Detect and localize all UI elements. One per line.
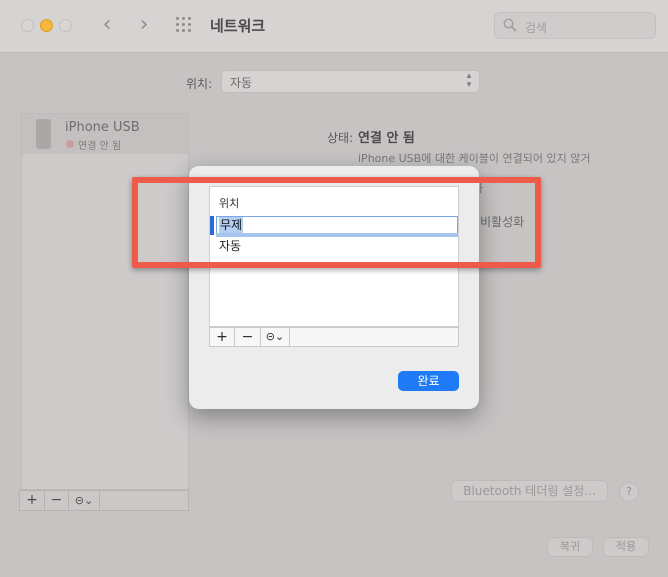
search-field[interactable]: 검색 (494, 12, 656, 39)
network-preferences-window: ‹ › 네트워크 검색 위치: 자동 ▴▾ iPhone USB 연결 안 됨 (0, 0, 668, 577)
status-dot-icon (66, 140, 74, 148)
location-popup[interactable]: 자동 ▴ ▾ (221, 70, 480, 93)
title-bar: ‹ › 네트워크 검색 (0, 0, 668, 53)
service-name: iPhone USB (65, 120, 140, 135)
zoom-button[interactable] (59, 19, 72, 32)
status-label: 상태: (327, 131, 354, 145)
remove-location-button[interactable]: − (235, 328, 261, 346)
apply-button[interactable]: 적용 (603, 537, 649, 557)
back-icon[interactable]: ‹ (96, 13, 118, 37)
location-action-menu-button[interactable]: ⊝⌄ (261, 328, 290, 346)
minimize-button[interactable] (40, 19, 53, 32)
service-list: iPhone USB 연결 안 됨 (21, 113, 189, 490)
remove-service-button[interactable]: − (45, 491, 69, 510)
close-button[interactable] (21, 19, 34, 32)
service-list-toolbar: + − ⊝⌄ (19, 490, 189, 511)
updown-chevron-icon: ▴ ▾ (466, 71, 472, 90)
location-value: 자동 (230, 76, 253, 90)
add-service-button[interactable]: + (20, 491, 45, 510)
add-location-button[interactable]: + (210, 328, 235, 346)
revert-button[interactable]: 복귀 (547, 537, 593, 557)
search-icon (503, 18, 517, 32)
done-button[interactable]: 완료 (398, 371, 459, 391)
show-all-grid-icon[interactable] (176, 17, 194, 35)
help-button[interactable]: ? (619, 482, 639, 502)
iphone-icon (36, 119, 51, 149)
window-title: 네트워크 (210, 17, 266, 35)
forward-icon[interactable]: › (133, 13, 155, 37)
service-action-menu-button[interactable]: ⊝⌄ (69, 491, 100, 510)
status-value: 연결 안 됨 (358, 131, 415, 146)
locations-toolbar: + − ⊝⌄ (209, 327, 459, 347)
search-placeholder: 검색 (525, 21, 548, 35)
highlight-annotation-box (132, 177, 541, 268)
sidebar-item-iphone-usb[interactable]: iPhone USB 연결 안 됨 (22, 114, 188, 154)
bluetooth-tethering-settings-button[interactable]: Bluetooth 테더링 설정... (451, 480, 608, 502)
service-status: 연결 안 됨 (78, 141, 122, 152)
location-label: 위치: (186, 77, 213, 91)
